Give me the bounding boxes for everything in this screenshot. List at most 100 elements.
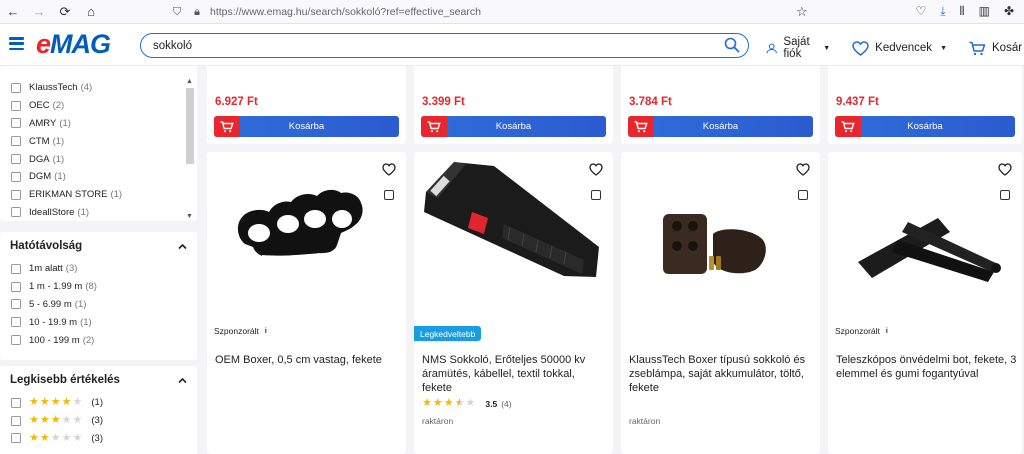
chevron-up-icon[interactable] <box>178 242 187 251</box>
filters-sidebar: KlaussTech (4) OEC (2) AMRY (1) CTM (1) DGA(… <box>0 66 198 454</box>
product-card[interactable]: Szponzorált i OEM Boxer, 0,5 cm vastag, f… <box>207 152 406 454</box>
checkbox[interactable] <box>11 207 21 218</box>
library-icon[interactable]: ⫴ <box>960 4 965 19</box>
scrollbar[interactable]: ▲ ▼ <box>185 78 195 220</box>
product-title[interactable]: KlaussTech Boxer típusú sokkoló és zsebl… <box>629 353 814 395</box>
filter-option-seller[interactable]: DGM (1) <box>0 168 197 186</box>
bestseller-badge: Legkedveltebb <box>414 326 482 341</box>
product-card[interactable]: KlaussTech Boxer típusú sokkoló és zsebl… <box>621 152 820 454</box>
sidebar-icon[interactable]: ▥ <box>979 4 990 19</box>
scroll-up-icon[interactable]: ▲ <box>186 78 193 85</box>
add-to-cart-button[interactable]: Kosárba <box>214 116 399 137</box>
emag-logo[interactable]: e MAG <box>36 29 111 59</box>
filter-label: 1 m - 1.99 m <box>29 281 83 293</box>
filter-option-range[interactable]: 1m alatt (3) <box>0 260 197 278</box>
product-card[interactable]: Szponzorált i Teleszkópos önvédelmi bot, … <box>828 152 1022 454</box>
filter-count: (1) <box>77 206 90 218</box>
range-filter-header[interactable]: Hatótávolság <box>0 232 197 260</box>
lock-icon[interactable]: 🔒︎ <box>190 6 204 19</box>
product-title[interactable]: OEM Boxer, 0,5 cm vastag, fekete <box>215 353 400 367</box>
add-to-cart-button[interactable]: Kosárba <box>628 116 813 137</box>
shield-icon[interactable]: ⛉ <box>170 6 184 19</box>
filter-option-seller[interactable]: KlaussTech (4) <box>0 79 197 97</box>
checkbox[interactable] <box>11 281 21 292</box>
product-card[interactable]: Legkedveltebb NMS Sokkoló, Erőteljes 500… <box>414 152 613 454</box>
url-text[interactable]: https://www.emag.hu/search/sokkoló?ref=e… <box>210 6 481 18</box>
checkbox[interactable] <box>11 397 21 408</box>
reload-icon[interactable]: ⟳ <box>58 5 72 19</box>
star-icon: ★ <box>29 414 39 427</box>
chevron-up-icon[interactable] <box>178 376 187 385</box>
rating-filter-header[interactable]: Legkisebb értékelés <box>0 366 197 394</box>
hamburger-menu-icon[interactable] <box>9 37 24 50</box>
star-rating-icon: ★ ★ ★ ★ ★ <box>29 415 82 426</box>
forward-arrow-icon[interactable]: → <box>32 5 46 19</box>
product-image[interactable] <box>414 152 613 312</box>
scrollbar-thumb[interactable] <box>186 88 194 164</box>
scroll-down-icon[interactable]: ▼ <box>186 213 193 220</box>
filter-option-range[interactable]: 10 - 19.9 m (1) <box>0 313 197 331</box>
filter-option-seller[interactable]: OEC (2) <box>0 97 197 115</box>
cart-link[interactable]: Kosár▼ <box>969 41 1024 56</box>
filter-option-seller[interactable]: DGA (1) <box>0 150 197 168</box>
filter-option-range[interactable]: 5 - 6.99 m (1) <box>0 296 197 314</box>
filter-label: DGA <box>29 153 50 165</box>
checkbox[interactable] <box>11 299 21 310</box>
filter-label: ERIKMAN STORE <box>29 189 108 201</box>
filter-option-range[interactable]: 100 - 199 m (2) <box>0 331 197 349</box>
download-icon[interactable]: ⤓ <box>940 4 945 19</box>
star-icon: ★ <box>39 414 50 427</box>
filter-count: (1) <box>110 189 123 201</box>
checkbox[interactable] <box>11 118 21 129</box>
checkbox[interactable] <box>11 433 21 444</box>
favorites-link[interactable]: Kedvencek ▼ <box>852 40 947 56</box>
info-icon[interactable]: i <box>265 328 267 335</box>
account-link[interactable]: Saját fiók ▼ <box>766 36 830 60</box>
filter-option-rating[interactable]: ★ ★ ★ ★ ★ (1) <box>0 394 197 412</box>
checkbox[interactable] <box>11 82 21 93</box>
checkbox[interactable] <box>11 415 21 426</box>
star-icon: ★ <box>72 431 83 444</box>
checkbox[interactable] <box>11 154 21 165</box>
filter-option-rating[interactable]: ★ ★ ★ ★ ★ (3) <box>0 430 197 448</box>
star-icon: ★ <box>39 396 50 409</box>
search-icon[interactable] <box>724 37 740 53</box>
rating-filter-panel: Legkisebb értékelés ★ ★ ★ ★ ★ (1) ★ ★ ★ ★ ★ (3) ★ ★… <box>0 366 197 454</box>
filter-label: DGM <box>29 171 52 183</box>
product-price: 3.784 Ft <box>629 96 672 108</box>
address-bar[interactable]: ⛉ 🔒︎ https://www.emag.hu/search/sokkoló?… <box>170 3 820 21</box>
extensions-icon[interactable]: ✤ <box>1004 4 1014 19</box>
checkbox[interactable] <box>11 100 21 111</box>
price-card: 3.784 Ft Kosárba <box>621 66 820 144</box>
home-icon[interactable]: ⌂ <box>84 5 98 19</box>
filter-option-rating[interactable]: ★ ★ ★ ★ ★ (3) <box>0 412 197 430</box>
search-value[interactable]: sokkoló <box>153 40 192 52</box>
filter-option-seller[interactable]: IdeallStore (1) <box>0 204 197 221</box>
bookmark-star-icon[interactable]: ☆ <box>796 4 808 20</box>
product-title[interactable]: Teleszkópos önvédelmi bot, fekete, 3 ele… <box>836 353 1021 381</box>
checkbox[interactable] <box>11 189 21 200</box>
search-input[interactable]: sokkoló <box>140 33 749 58</box>
filter-count: (3) <box>91 432 103 444</box>
product-image[interactable] <box>828 152 1022 312</box>
add-to-cart-button[interactable]: Kosárba <box>835 116 1015 137</box>
product-image[interactable] <box>207 152 406 312</box>
product-title[interactable]: NMS Sokkoló, Erőteljes 50000 kv áramütés… <box>422 353 607 395</box>
add-to-cart-button[interactable]: Kosárba <box>421 116 606 137</box>
product-rating[interactable]: ★ ★ ★ ★ ★ 3.5 (4) <box>422 398 512 409</box>
checkbox[interactable] <box>11 136 21 147</box>
checkbox[interactable] <box>11 171 21 182</box>
back-arrow-icon[interactable]: ← <box>6 5 20 19</box>
checkbox[interactable] <box>11 317 21 328</box>
account-label: Saját fiók <box>783 36 810 60</box>
checkbox[interactable] <box>11 335 21 346</box>
filter-option-range[interactable]: 1 m - 1.99 m (8) <box>0 278 197 296</box>
pocket-icon[interactable]: ♡ <box>915 4 926 19</box>
product-image[interactable] <box>621 152 820 312</box>
filter-option-seller[interactable]: ERIKMAN STORE (1) <box>0 186 197 204</box>
checkbox[interactable] <box>11 263 21 274</box>
filter-option-seller[interactable]: AMRY (1) <box>0 115 197 133</box>
sponsored-label: Szponzorált i <box>214 326 267 336</box>
filter-option-seller[interactable]: CTM (1) <box>0 132 197 150</box>
info-icon[interactable]: i <box>886 328 888 335</box>
